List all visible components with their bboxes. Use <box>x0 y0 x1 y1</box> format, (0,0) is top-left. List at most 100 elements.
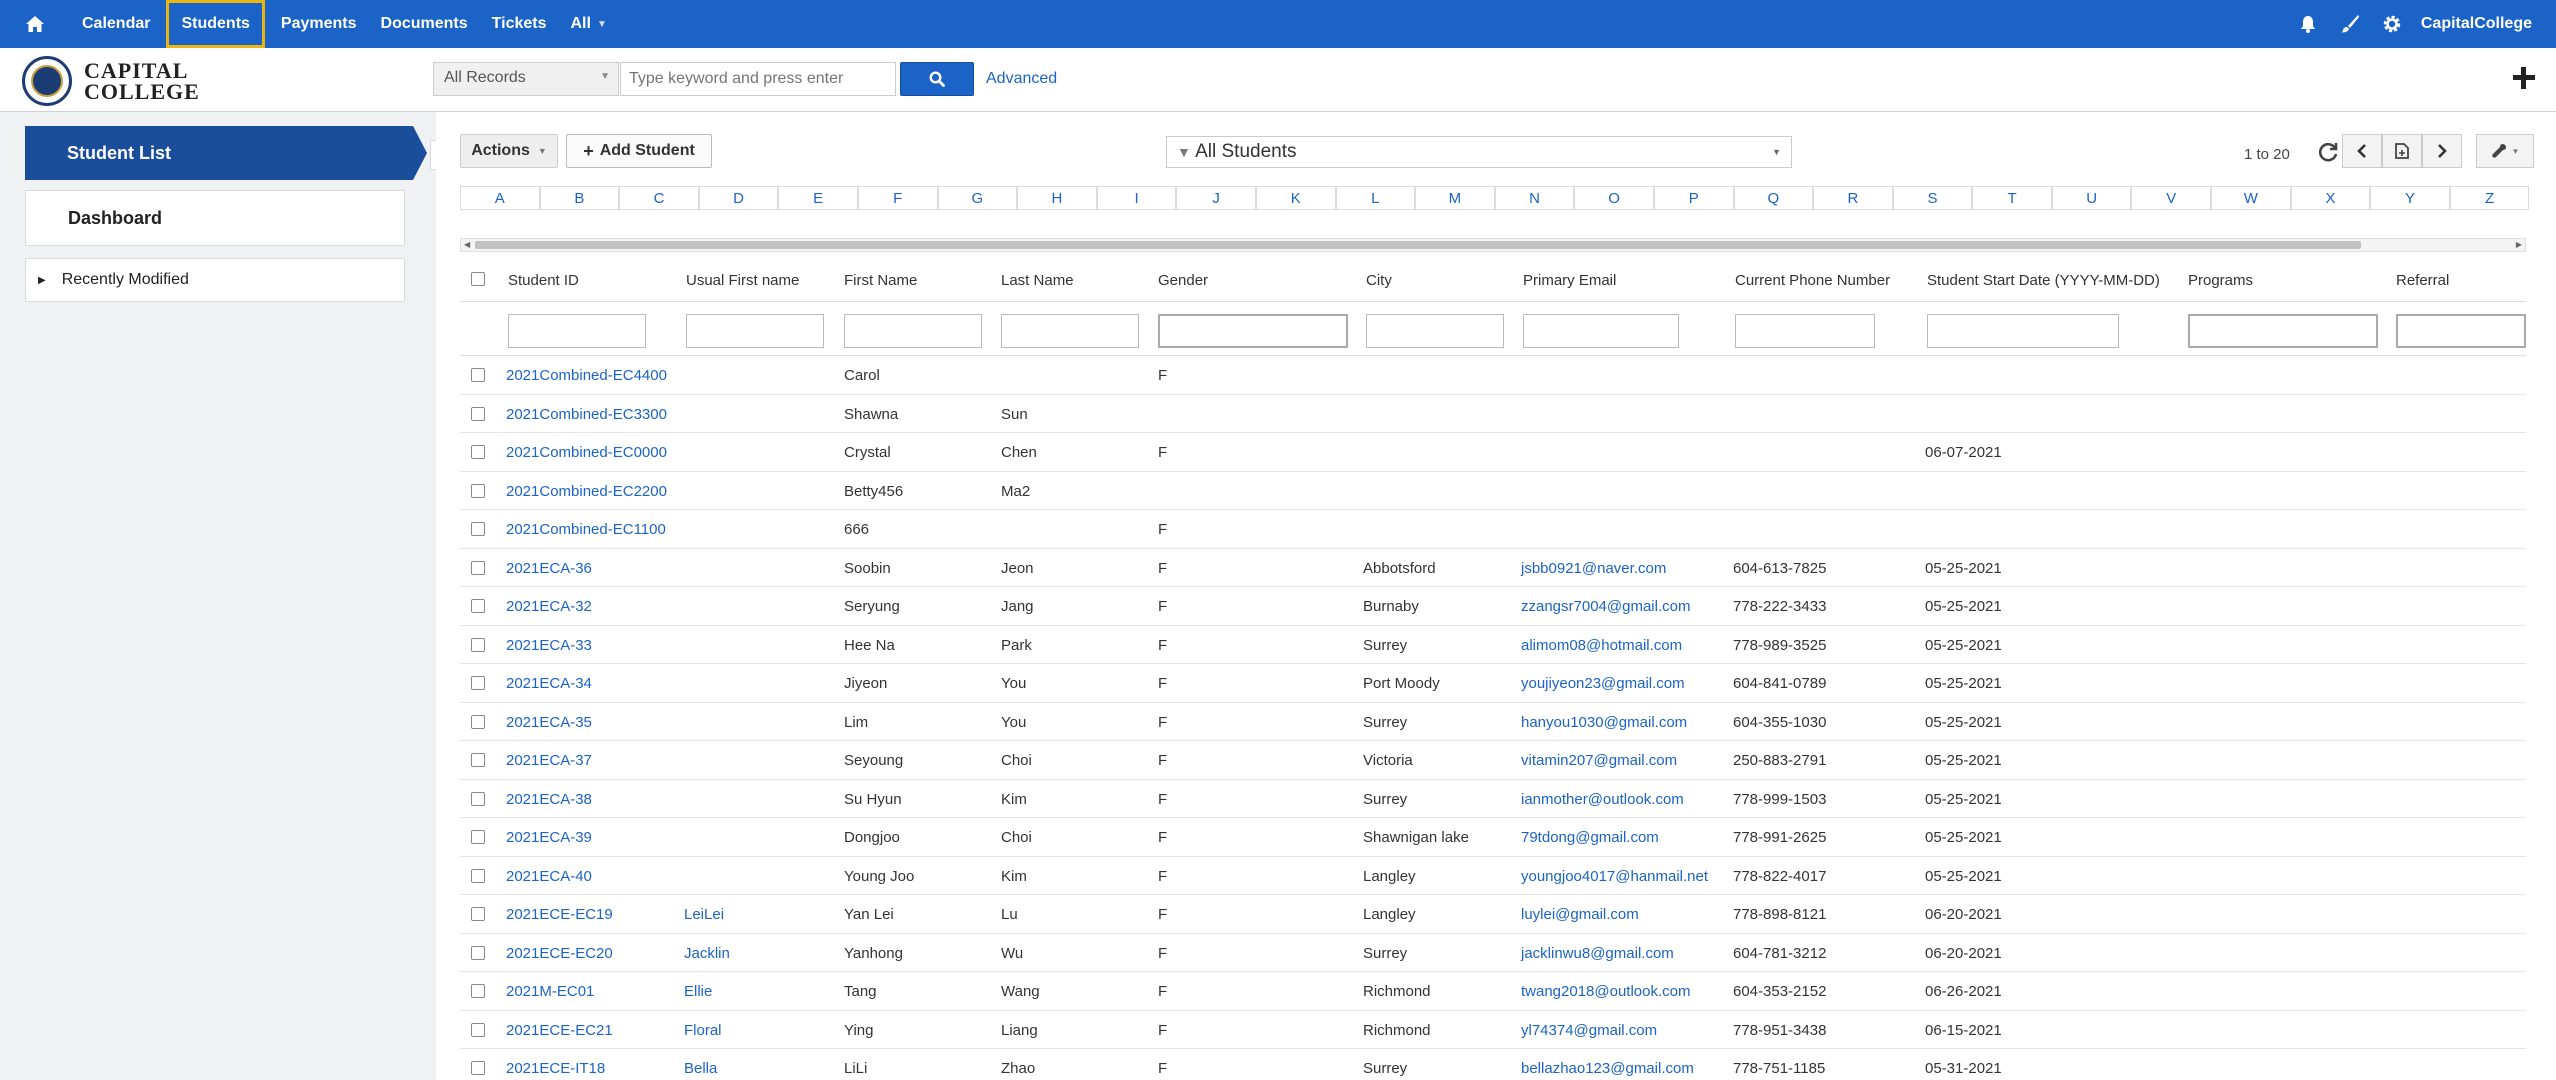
scroll-left-arrow[interactable]: ◀ <box>464 240 470 249</box>
cell-student-id[interactable]: 2021ECA-35 <box>506 714 592 731</box>
filter-first-name[interactable] <box>844 314 982 348</box>
table-row[interactable]: 2021ECA-35 Lim You F Surrey hanyou1030@gmail.… <box>460 703 2526 741</box>
scroll-right-arrow[interactable]: ▶ <box>2516 240 2522 249</box>
table-row[interactable]: 2021M-EC01 Ellie Tang Wang F Richmond twang201… <box>460 972 2526 1011</box>
cell-student-id[interactable]: 2021ECA-32 <box>506 598 592 615</box>
row-checkbox[interactable] <box>471 368 485 382</box>
cell-student-id[interactable]: 2021Combined-EC4400 <box>506 367 667 384</box>
letter-filter[interactable]: A <box>460 186 540 210</box>
letter-filter[interactable]: E <box>778 186 858 210</box>
cell-student-id[interactable]: 2021ECA-33 <box>506 637 592 654</box>
filter-city[interactable] <box>1366 314 1504 348</box>
row-checkbox[interactable] <box>471 907 485 921</box>
nav-students[interactable]: Students <box>166 0 265 48</box>
table-row[interactable]: 2021ECE-EC20 Jacklin Yanhong Wu F Surrey jackl… <box>460 934 2526 972</box>
row-checkbox[interactable] <box>471 1061 485 1075</box>
cell-primary-email[interactable]: alimom08@hotmail.com <box>1521 637 1682 654</box>
row-checkbox[interactable] <box>471 1022 485 1037</box>
scrollbar-thumb[interactable] <box>475 241 2361 249</box>
table-row[interactable]: 2021Combined-EC3300 Shawna Sun <box>460 395 2526 433</box>
filter-student-id[interactable] <box>508 314 646 348</box>
prev-page-button[interactable] <box>2342 134 2382 168</box>
letter-filter[interactable]: G <box>937 186 1018 210</box>
cell-student-id[interactable]: 2021Combined-EC1100 <box>506 521 666 538</box>
letter-filter[interactable]: M <box>1415 186 1495 210</box>
col-referral[interactable]: Referral <box>2396 272 2449 289</box>
bell-icon[interactable] <box>2287 0 2329 48</box>
cell-primary-email[interactable]: youngjoo4017@hanmail.net <box>1521 868 1708 885</box>
letter-filter[interactable]: R <box>1813 186 1893 210</box>
filter-referral[interactable] <box>2396 314 2526 348</box>
letter-filter[interactable]: Z <box>2449 186 2530 210</box>
cell-student-id[interactable]: 2021ECA-36 <box>506 560 592 577</box>
cell-usual-first-name[interactable]: LeiLei <box>684 906 724 923</box>
row-checkbox[interactable] <box>471 753 485 767</box>
cell-usual-first-name[interactable]: Floral <box>684 1022 722 1039</box>
letter-filter[interactable]: Q <box>1733 186 1814 210</box>
filter-start-date[interactable] <box>1927 314 2119 348</box>
cell-student-id[interactable]: 2021M-EC01 <box>506 983 594 1000</box>
gear-icon[interactable] <box>2371 0 2413 48</box>
row-checkbox[interactable] <box>471 791 485 806</box>
cell-student-id[interactable]: 2021ECE-EC21 <box>506 1022 613 1039</box>
cell-student-id[interactable]: 2021Combined-EC3300 <box>506 406 667 423</box>
cell-usual-first-name[interactable]: Bella <box>684 1060 717 1077</box>
sidebar-item-recently-modified[interactable]: ▶ Recently Modified <box>25 258 405 302</box>
table-row[interactable]: 2021ECA-39 Dongjoo Choi F Shawnigan lake 79td… <box>460 818 2526 857</box>
letter-filter[interactable]: I <box>1096 186 1177 210</box>
table-row[interactable]: 2021ECA-40 Young Joo Kim F Langley youngjoo40… <box>460 857 2526 895</box>
col-usual-first-name[interactable]: Usual First name <box>686 272 799 289</box>
row-checkbox[interactable] <box>471 830 485 844</box>
table-row[interactable]: 2021ECA-36 Soobin Jeon F Abbotsford jsbb0921@… <box>460 549 2526 587</box>
letter-filter[interactable]: X <box>2290 186 2371 210</box>
table-row[interactable]: 2021ECE-EC19 LeiLei Yan Lei Lu F Langley luyle… <box>460 895 2526 934</box>
table-row[interactable]: 2021Combined-EC1100 666 F <box>460 510 2526 549</box>
cell-student-id[interactable]: 2021ECA-40 <box>506 868 592 885</box>
row-checkbox[interactable] <box>471 714 485 729</box>
nav-documents[interactable]: Documents <box>369 0 480 48</box>
cell-primary-email[interactable]: yl74374@gmail.com <box>1521 1022 1657 1039</box>
letter-filter[interactable]: T <box>1972 186 2052 210</box>
cell-primary-email[interactable]: ianmother@outlook.com <box>1521 791 1684 808</box>
select-all-checkbox[interactable] <box>471 272 485 286</box>
table-row[interactable]: 2021Combined-EC0000 Crystal Chen F 06-07-202… <box>460 433 2526 472</box>
nav-calendar[interactable]: Calendar <box>70 0 162 48</box>
letter-filter[interactable]: H <box>1017 186 1097 210</box>
col-student-id[interactable]: Student ID <box>508 272 579 289</box>
row-checkbox[interactable] <box>471 522 485 536</box>
row-checkbox[interactable] <box>471 984 485 998</box>
filter-programs[interactable] <box>2188 314 2378 348</box>
col-first-name[interactable]: First Name <box>844 272 917 289</box>
nav-payments[interactable]: Payments <box>269 0 369 48</box>
letter-filter[interactable]: J <box>1176 186 1256 210</box>
cell-primary-email[interactable]: zzangsr7004@gmail.com <box>1521 598 1690 615</box>
cell-student-id[interactable]: 2021Combined-EC0000 <box>506 444 667 461</box>
row-checkbox[interactable] <box>471 868 485 883</box>
cell-primary-email[interactable]: hanyou1030@gmail.com <box>1521 714 1687 731</box>
cell-primary-email[interactable]: luylei@gmail.com <box>1521 906 1639 923</box>
export-button[interactable] <box>2382 134 2422 168</box>
letter-filter[interactable]: Y <box>2370 186 2450 210</box>
filter-primary-email[interactable] <box>1523 314 1679 348</box>
row-checkbox[interactable] <box>471 445 485 459</box>
table-row[interactable]: 2021Combined-EC4400 Carol F <box>460 356 2526 395</box>
sidebar-item-student-list[interactable]: Student List <box>25 126 427 180</box>
letter-filter[interactable]: P <box>1653 186 1734 210</box>
filter-usual-first-name[interactable] <box>686 314 824 348</box>
col-phone[interactable]: Current Phone Number <box>1735 272 1890 289</box>
actions-button[interactable]: Actions ▼ <box>460 134 558 168</box>
cell-student-id[interactable]: 2021ECA-38 <box>506 791 592 808</box>
cell-usual-first-name[interactable]: Jacklin <box>684 945 730 962</box>
cell-student-id[interactable]: 2021ECA-34 <box>506 675 592 692</box>
letter-filter[interactable]: L <box>1335 186 1416 210</box>
table-row[interactable]: 2021ECA-38 Su Hyun Kim F Surrey ianmother@out… <box>460 780 2526 818</box>
table-row[interactable]: 2021ECA-37 Seyoung Choi F Victoria vitamin207… <box>460 741 2526 780</box>
col-last-name[interactable]: Last Name <box>1001 272 1074 289</box>
add-student-button[interactable]: + Add Student <box>566 134 712 168</box>
row-checkbox[interactable] <box>471 945 485 960</box>
col-start-date[interactable]: Student Start Date (YYYY-MM-DD) <box>1927 272 2160 289</box>
table-row[interactable]: 2021ECA-34 Jiyeon You F Port Moody youjiyeon2… <box>460 664 2526 703</box>
record-type-select[interactable]: All Records ▼ <box>433 62 619 96</box>
list-filter-select[interactable]: ▼ All Students ▼ <box>1166 136 1792 168</box>
letter-filter[interactable]: N <box>1494 186 1575 210</box>
